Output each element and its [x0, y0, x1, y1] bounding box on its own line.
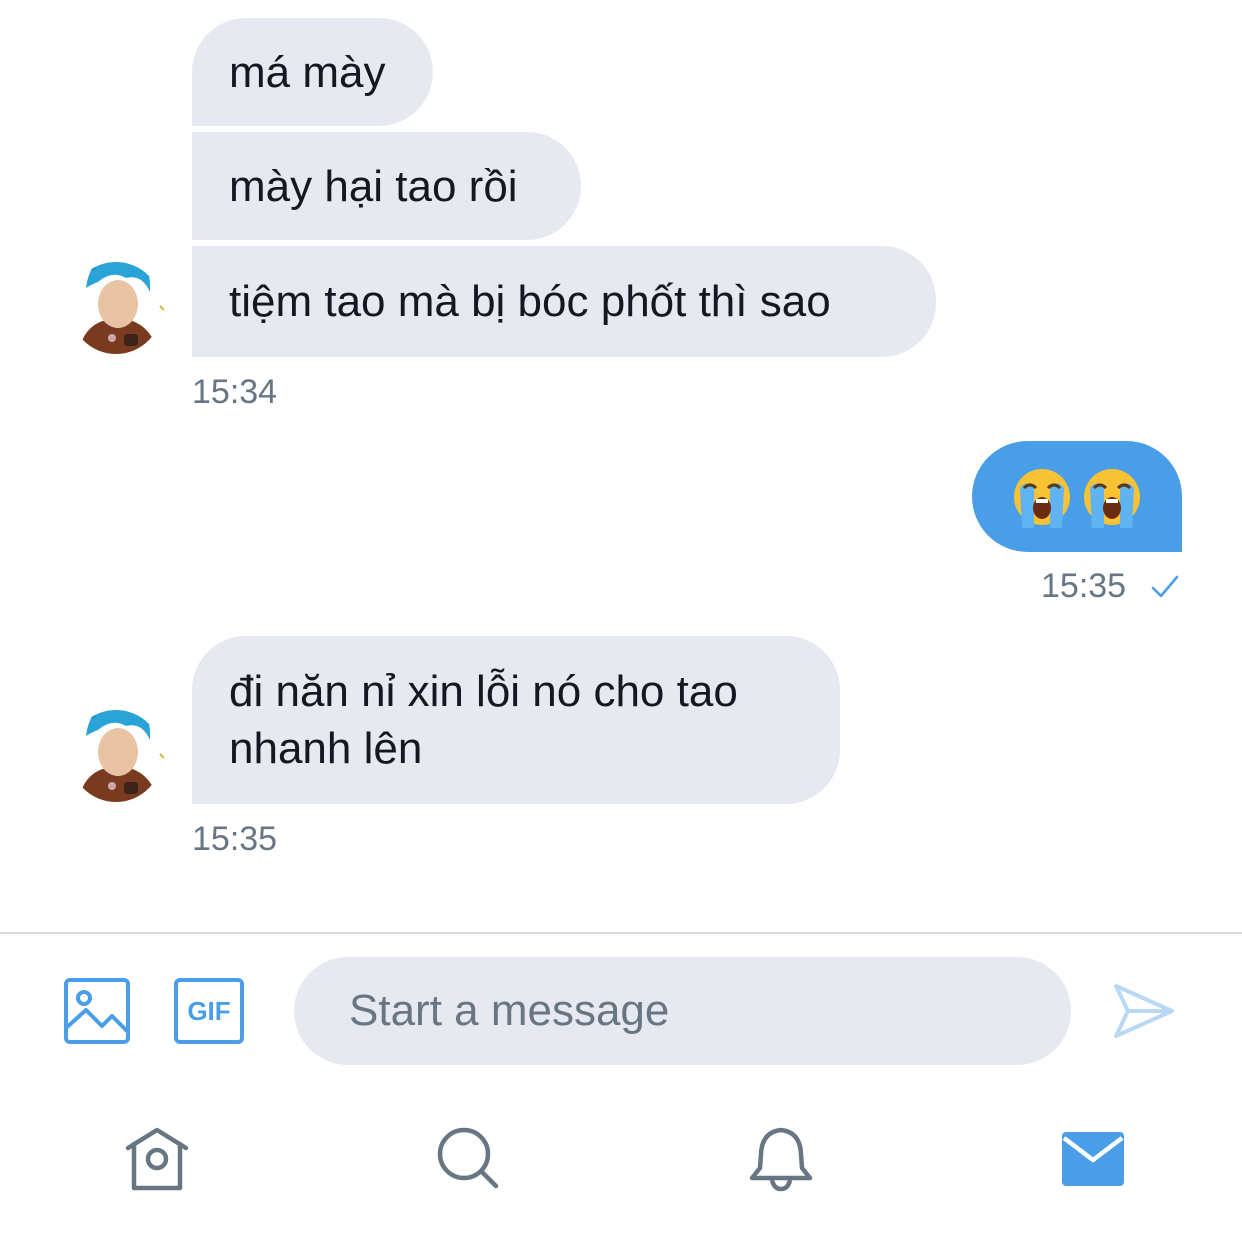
checkmark-icon [1151, 575, 1179, 598]
message-input[interactable]: Start a message [294, 957, 1071, 1065]
crying-face-emoji [1014, 468, 1140, 528]
message-bubble-incoming[interactable]: mày hại tao rồi [192, 132, 581, 240]
send-icon[interactable] [1110, 978, 1176, 1044]
message-text: đi năn nỉ xin lỗi nó cho tao nhanh lên [229, 667, 738, 773]
bell-icon[interactable] [748, 1126, 814, 1192]
mail-icon[interactable] [1060, 1130, 1126, 1188]
message-bubble-incoming[interactable]: má mày [192, 18, 433, 126]
message-text: tiệm tao mà bị bóc phốt thì sao [229, 277, 831, 326]
home-icon[interactable] [122, 1126, 192, 1192]
message-text: má mày [229, 47, 386, 97]
timestamp: 15:35 [192, 820, 278, 858]
timestamp: 15:34 [192, 373, 278, 411]
message-text: mày hại tao rồi [229, 161, 518, 211]
timestamp: 15:35 [1041, 567, 1127, 605]
gif-label: GIF [187, 995, 231, 1026]
message-input-placeholder: Start a message [349, 986, 670, 1035]
message-bubble-outgoing[interactable]: 😭😭 [972, 441, 1182, 552]
dm-conversation: má mày mày hại tao rồi tiệm tao mà bị bó… [0, 0, 1242, 1236]
search-icon[interactable] [436, 1126, 502, 1192]
message-bubble-incoming[interactable]: đi năn nỉ xin lỗi nó cho tao nhanh lên [192, 636, 840, 804]
image-icon[interactable] [64, 978, 130, 1044]
composer-divider [0, 932, 1242, 934]
message-bubble-incoming[interactable]: tiệm tao mà bị bóc phốt thì sao [192, 246, 936, 357]
avatar[interactable] [68, 696, 164, 804]
gif-icon[interactable]: GIF [174, 978, 244, 1044]
avatar[interactable] [68, 248, 164, 356]
